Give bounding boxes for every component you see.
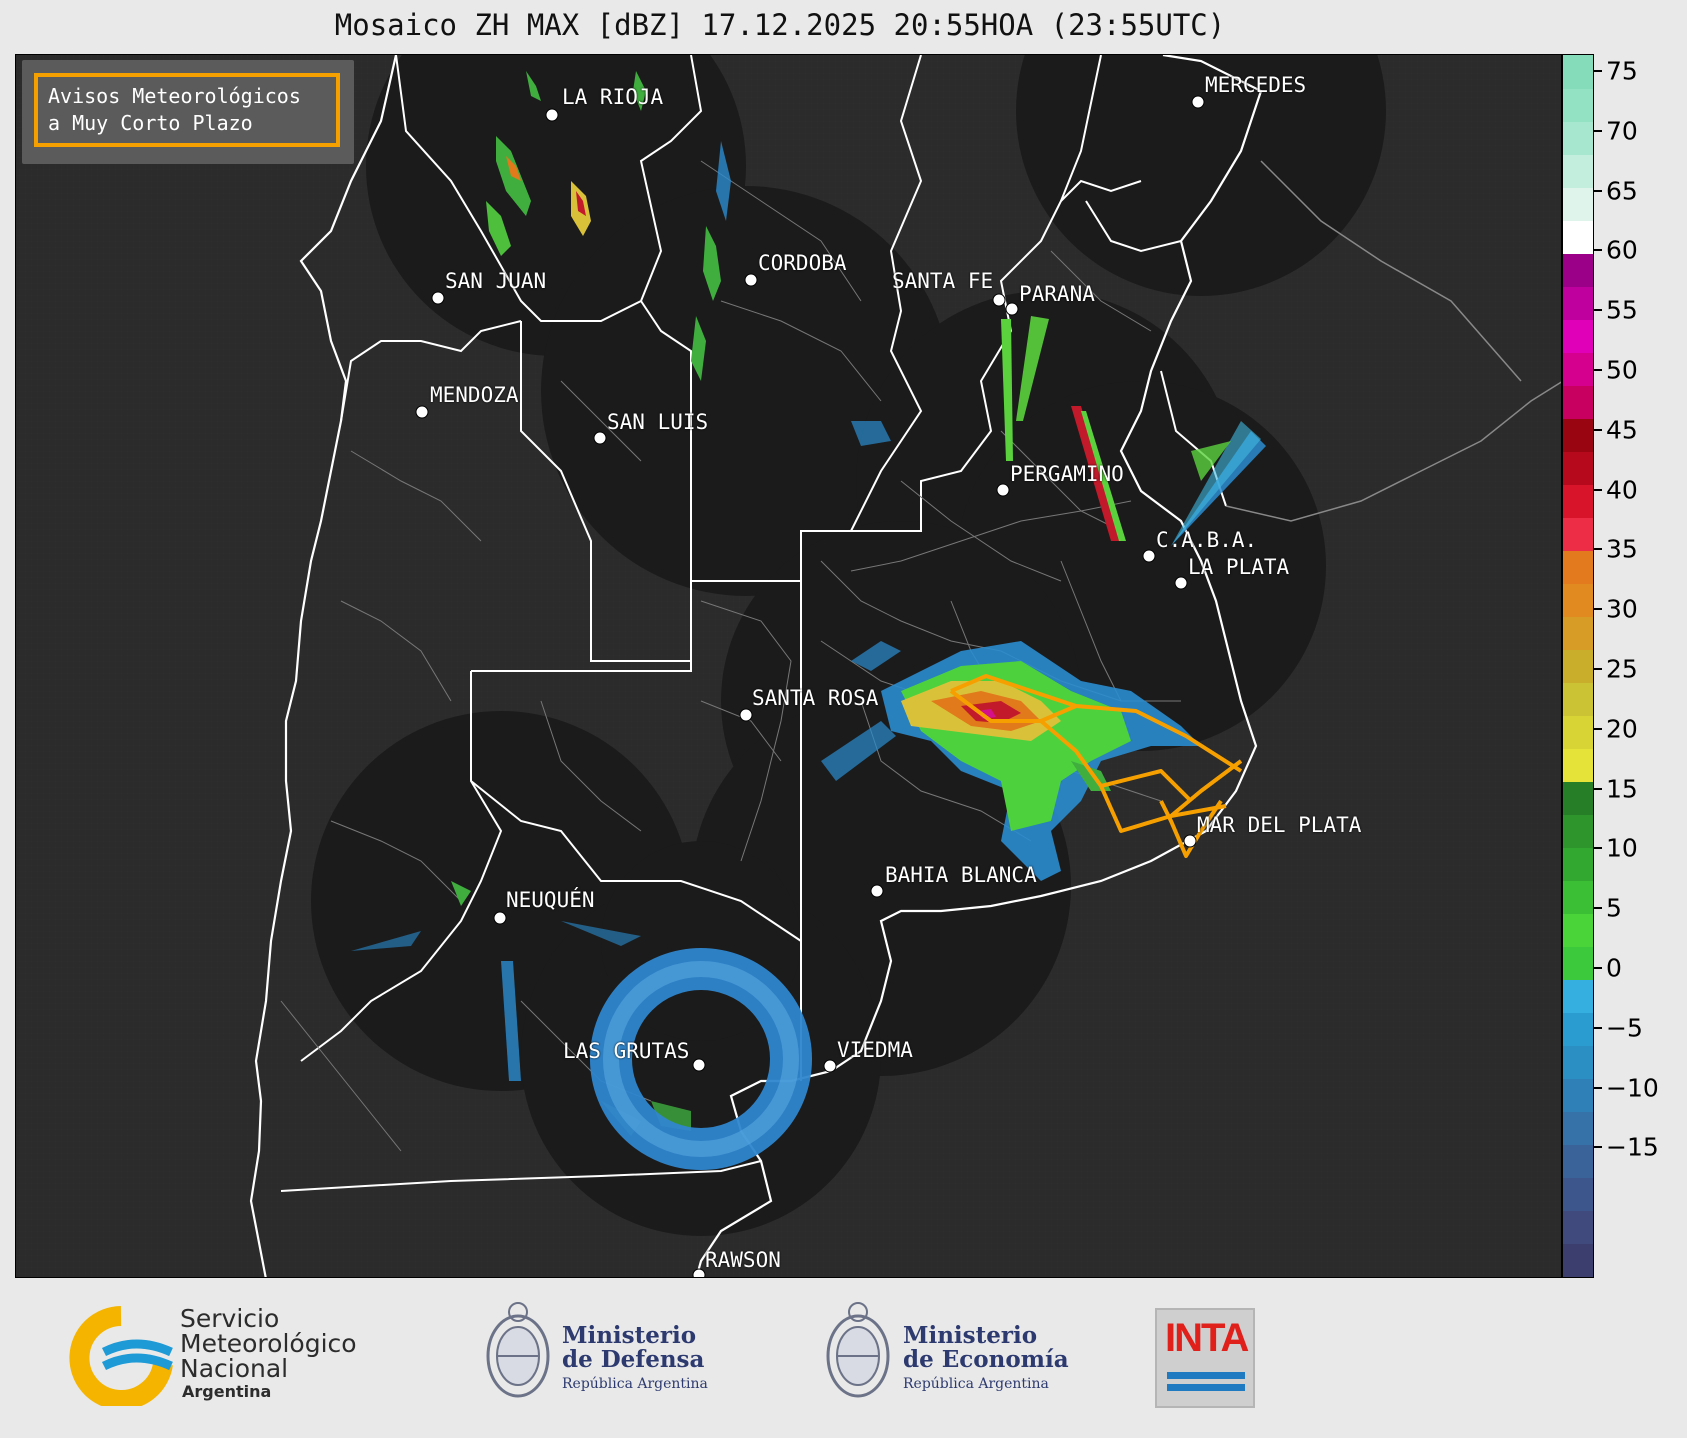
colorbar-tick-label: 60 xyxy=(1606,235,1638,265)
colorbar-segment xyxy=(1563,451,1593,485)
colorbar-segment xyxy=(1563,121,1593,155)
colorbar-segment xyxy=(1563,1012,1593,1046)
smn-line3: Nacional xyxy=(180,1354,289,1383)
colorbar-segment xyxy=(1563,484,1593,518)
economia-line3: República Argentina xyxy=(903,1376,1049,1392)
defensa-line1: Ministerio xyxy=(562,1322,697,1349)
inta-logo-text: INTA xyxy=(1165,1316,1249,1360)
colorbar-tick-label: 20 xyxy=(1606,714,1638,744)
colorbar-segment xyxy=(1563,616,1593,650)
defensa-line2: de Defensa xyxy=(562,1346,705,1373)
colorbar-segment xyxy=(1563,1144,1593,1178)
map-canvas xyxy=(16,55,1561,1277)
warning-legend: Avisos Meteorológicos a Muy Corto Plazo xyxy=(22,60,354,164)
colorbar-segment xyxy=(1563,847,1593,881)
colorbar-segment xyxy=(1563,1210,1593,1244)
city-label: RAWSON xyxy=(705,1248,781,1272)
smn-line4: Argentina xyxy=(182,1382,272,1401)
colorbar-tick-label: 50 xyxy=(1606,355,1638,385)
city-label: SANTA ROSA xyxy=(752,686,879,710)
colorbar-segment xyxy=(1563,1111,1593,1145)
colorbar-segment xyxy=(1563,1045,1593,1079)
city-label: PERGAMINO xyxy=(1010,462,1124,486)
city-label: SANTA FE xyxy=(892,269,994,293)
city-label: LA RIOJA xyxy=(562,85,664,109)
colorbar xyxy=(1562,54,1594,1278)
colorbar-tick-label: 35 xyxy=(1606,534,1638,564)
footer-logos: Servicio Meteorológico Nacional Argentin… xyxy=(0,1278,1687,1438)
colorbar-segment xyxy=(1563,583,1593,617)
colorbar-tick-label: −15 xyxy=(1606,1132,1659,1162)
city-label: NEUQUÉN xyxy=(506,888,595,912)
colorbar-segment xyxy=(1563,715,1593,749)
colorbar-segment xyxy=(1563,550,1593,584)
colorbar-segment xyxy=(1563,649,1593,683)
colorbar-segment xyxy=(1563,319,1593,353)
colorbar-segment xyxy=(1563,1078,1593,1112)
radar-map[interactable]: LA RIOJA SAN JUAN CORDOBA SANTA FE PARANA MEN… xyxy=(15,54,1562,1278)
colorbar-segment xyxy=(1563,946,1593,980)
colorbar-tick-label: 65 xyxy=(1606,176,1638,206)
colorbar-tick-label: 30 xyxy=(1606,594,1638,624)
inta-logo: INTA xyxy=(1155,1308,1255,1408)
city-label: SAN LUIS xyxy=(607,410,709,434)
colorbar-tick-label: −5 xyxy=(1606,1013,1643,1043)
colorbar-segment xyxy=(1563,286,1593,320)
city-label: PARANA xyxy=(1019,282,1095,306)
colorbar-segment xyxy=(1563,880,1593,914)
colorbar-tick-label: 40 xyxy=(1606,475,1638,505)
colorbar-segment xyxy=(1563,385,1593,419)
coat-of-arms-defensa-icon xyxy=(486,1302,550,1398)
colorbar-tick-label: 70 xyxy=(1606,116,1638,146)
colorbar-segment xyxy=(1563,418,1593,452)
colorbar-segment xyxy=(1563,1243,1593,1277)
city-label: MAR DEL PLATA xyxy=(1197,813,1362,837)
city-label: SAN JUAN xyxy=(445,269,547,293)
city-label: MENDOZA xyxy=(430,383,519,407)
defensa-line3: República Argentina xyxy=(562,1376,708,1392)
city-label: BAHIA BLANCA xyxy=(885,863,1037,887)
colorbar-tick-label: 45 xyxy=(1606,415,1638,445)
colorbar-segment xyxy=(1563,682,1593,716)
colorbar-segment xyxy=(1563,814,1593,848)
city-label: VIEDMA xyxy=(837,1038,913,1062)
smn-logo-icon xyxy=(69,1306,173,1406)
colorbar-segment xyxy=(1563,220,1593,254)
colorbar-segment xyxy=(1563,1177,1593,1211)
city-label: CORDOBA xyxy=(758,251,847,275)
colorbar-segment xyxy=(1563,979,1593,1013)
warning-legend-line2: a Muy Corto Plazo xyxy=(48,111,253,135)
city-label: MERCEDES xyxy=(1205,73,1307,97)
colorbar-tick-label: 15 xyxy=(1606,774,1638,804)
colorbar-segment xyxy=(1563,55,1593,89)
colorbar-tick-label: 5 xyxy=(1606,893,1622,923)
colorbar-segment xyxy=(1563,88,1593,122)
colorbar-segment xyxy=(1563,253,1593,287)
colorbar-tick-label: 75 xyxy=(1606,56,1638,86)
colorbar-tick-label: 25 xyxy=(1606,654,1638,684)
colorbar-segment xyxy=(1563,913,1593,947)
colorbar-segment xyxy=(1563,748,1593,782)
coat-of-arms-economia-icon xyxy=(826,1302,890,1398)
colorbar-segment xyxy=(1563,352,1593,386)
colorbar-tick-label: −10 xyxy=(1606,1073,1659,1103)
colorbar-segment xyxy=(1563,187,1593,221)
colorbar-segment xyxy=(1563,517,1593,551)
warning-legend-frame: Avisos Meteorológicos a Muy Corto Plazo xyxy=(34,73,340,147)
city-label: LA PLATA xyxy=(1188,555,1290,579)
economia-line2: de Economía xyxy=(903,1346,1069,1373)
map-title: Mosaico ZH MAX [dBZ] 17.12.2025 20:55HOA… xyxy=(334,8,1226,42)
colorbar-tick-label: 0 xyxy=(1606,953,1622,983)
colorbar-segment xyxy=(1563,154,1593,188)
colorbar-tick-label: 55 xyxy=(1606,295,1638,325)
city-label: C.A.B.A. xyxy=(1156,528,1258,552)
economia-line1: Ministerio xyxy=(903,1322,1038,1349)
warning-legend-line1: Avisos Meteorológicos xyxy=(48,84,301,108)
colorbar-tick-label: 10 xyxy=(1606,833,1638,863)
city-label: LAS GRUTAS xyxy=(563,1039,690,1063)
colorbar-segment xyxy=(1563,781,1593,815)
